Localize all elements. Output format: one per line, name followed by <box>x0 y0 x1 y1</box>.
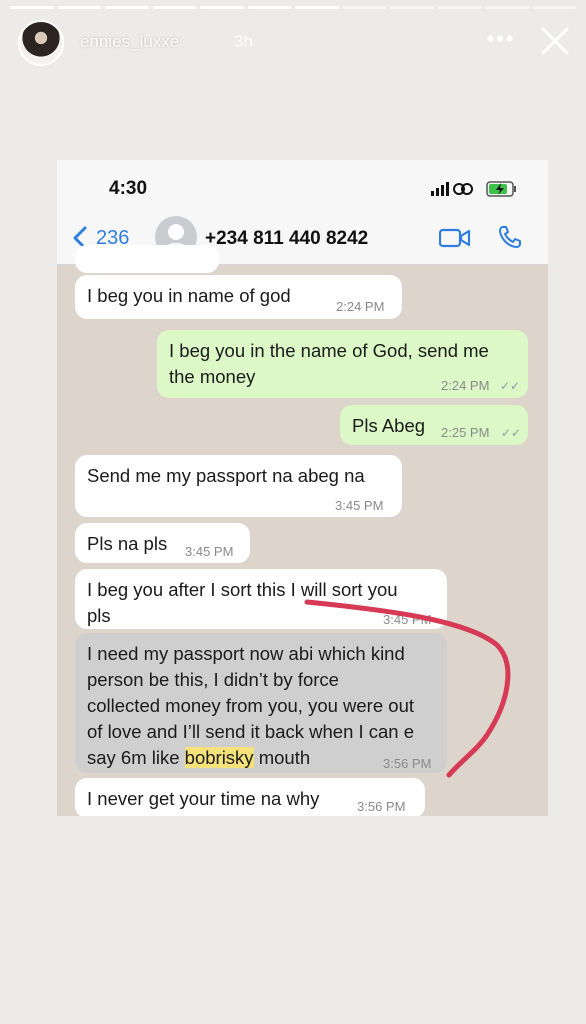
message-text: I beg you after I sort this I will sort … <box>87 579 398 600</box>
message-bubble-incoming[interactable]: I beg you after I sort this I will sort … <box>75 569 447 629</box>
story-progress-segment <box>152 6 196 9</box>
profile-avatar[interactable] <box>18 20 64 66</box>
story-username[interactable]: ennies_luxxe <box>80 32 179 52</box>
message-text: I never get your time na why <box>87 788 320 809</box>
read-ticks-icon: ✓✓ <box>500 379 521 393</box>
message-text: I beg you in name of god <box>87 285 291 306</box>
phone-call-icon[interactable] <box>497 224 523 250</box>
message-time: 3:45 PM <box>185 544 234 559</box>
story-progress-segment <box>247 6 291 9</box>
highlighted-word: bobrisky <box>184 747 254 768</box>
message-text: I beg you in the name of God, send me <box>169 340 489 361</box>
message-text: Send me my passport na abeg na <box>87 465 365 486</box>
message-text: of love and I’ll send it back when I can… <box>87 721 415 742</box>
message-text: mouth <box>253 747 311 768</box>
message-bubble-incoming[interactable]: Pls na pls 3:45 PM <box>75 523 250 563</box>
story-progress-segment <box>390 6 434 9</box>
story-progress-segment <box>295 6 339 9</box>
message-text: I need my passport now abi which kind <box>87 643 405 664</box>
message-bubble-partial <box>75 245 219 273</box>
story-progress-segment <box>342 6 386 9</box>
message-text: Pls Abeg <box>352 415 426 436</box>
message-time: 3:45 PM <box>335 498 384 513</box>
message-bubble-incoming[interactable]: Send me my passport na abeg na 3:45 PM <box>75 455 402 517</box>
message-time: 3:56 PM <box>357 799 406 814</box>
contact-phone-number[interactable]: +234 811 440 8242 <box>205 228 368 250</box>
story-progress-segment <box>437 6 481 9</box>
message-time: 3:45 PM <box>383 612 432 627</box>
message-time: 2:25 PM <box>441 425 490 440</box>
message-bubble-outgoing[interactable]: I beg you in the name of God, send me th… <box>157 330 528 398</box>
more-options-icon[interactable]: ••• <box>486 28 516 52</box>
story-header: ennies_luxxe 3h ••• <box>18 20 572 68</box>
phone-status-bar: 4:30 <box>57 160 548 210</box>
message-bubble-incoming[interactable]: I never get your time na why 3:56 PM <box>75 778 425 816</box>
story-progress-segment <box>105 6 149 9</box>
chat-messages-area: I beg you in name of god 2:24 PM I beg y… <box>57 245 548 816</box>
message-text: person be this, I didn’t by force <box>87 669 339 690</box>
message-bubble-selected[interactable]: I need my passport now abi which kind pe… <box>75 633 447 773</box>
story-progress-segment <box>485 6 529 9</box>
story-progress-segment <box>10 6 54 9</box>
whatsapp-screenshot: 4:30 236 +234 811 440 8242 I beg you in … <box>57 160 548 816</box>
message-bubble-incoming[interactable]: I beg you in name of god 2:24 PM <box>75 275 402 319</box>
message-text: say 6m like <box>87 747 185 768</box>
read-ticks-icon: ✓✓ <box>501 426 522 440</box>
message-bubble-outgoing[interactable]: Pls Abeg 2:25 PM ✓✓ <box>340 405 528 445</box>
close-icon[interactable] <box>538 24 572 58</box>
video-call-icon[interactable] <box>439 228 471 248</box>
message-time: 2:24 PM <box>441 378 490 393</box>
status-clock: 4:30 <box>109 178 148 199</box>
message-text: Pls na pls <box>87 533 168 554</box>
story-progress-segment <box>57 6 101 9</box>
story-progress-bar <box>10 6 576 9</box>
story-progress-segment <box>200 6 244 9</box>
message-text: collected money from you, you were out <box>87 695 414 716</box>
story-progress-segment <box>532 6 576 9</box>
message-time: 3:56 PM <box>383 756 432 771</box>
story-time-ago: 3h <box>234 32 253 51</box>
signal-battery-icon <box>431 181 516 197</box>
message-time: 2:24 PM <box>336 299 385 314</box>
